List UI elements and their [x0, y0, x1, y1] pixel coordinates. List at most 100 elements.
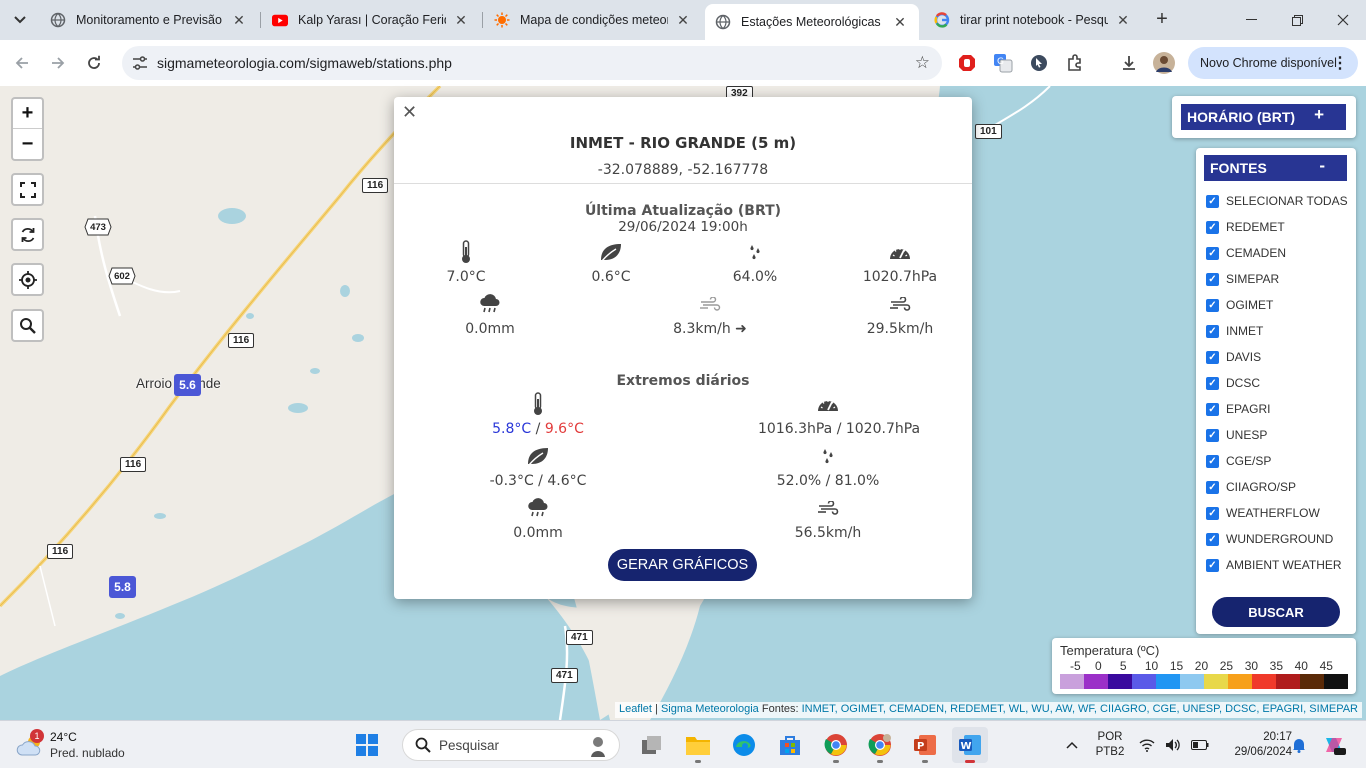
edge-button[interactable] — [726, 727, 762, 763]
fonte-checkbox-row[interactable]: ✓ CEMADEN — [1206, 243, 1286, 263]
refresh-map-button[interactable] — [11, 218, 44, 251]
station-marker[interactable]: 5.8 — [109, 576, 136, 598]
extensions-puzzle-icon[interactable] — [1064, 52, 1086, 74]
leaflet-link[interactable]: Leaflet — [619, 703, 652, 715]
generate-charts-button[interactable]: GERAR GRÁFICOS — [608, 549, 757, 581]
profile-avatar[interactable] — [1153, 52, 1175, 74]
running-indicator — [695, 760, 701, 763]
checkbox-checked-icon[interactable]: ✓ — [1206, 298, 1219, 312]
fullscreen-button[interactable] — [11, 173, 44, 206]
tray-overflow-button[interactable] — [1060, 721, 1084, 768]
fonte-checkbox-row[interactable]: ✓ CIIAGRO/SP — [1206, 477, 1296, 497]
horario-header[interactable]: HORÁRIO (BRT) + — [1181, 104, 1346, 130]
address-bar[interactable]: sigmameteorologia.com/sigmaweb/stations.… — [122, 46, 942, 80]
restore-button[interactable] — [1274, 0, 1320, 40]
fonte-checkbox-row[interactable]: ✓ SIMEPAR — [1206, 269, 1279, 289]
file-explorer-button[interactable] — [680, 727, 716, 763]
station-marker[interactable]: 5.6 — [174, 374, 201, 396]
fonte-checkbox-row[interactable]: ✓ WUNDERGROUND — [1206, 529, 1333, 549]
extension-translate-icon[interactable]: G — [992, 52, 1014, 74]
tab-youtube[interactable]: Kalp Yarası | Coração Ferido ✕ — [262, 4, 480, 36]
notifications-button[interactable] — [1288, 721, 1310, 768]
fonte-checkbox-row[interactable]: ✓ REDEMET — [1206, 217, 1285, 237]
fonte-checkbox-row[interactable]: ✓ INMET — [1206, 321, 1263, 341]
checkbox-checked-icon[interactable]: ✓ — [1206, 480, 1219, 494]
tab-close-icon[interactable]: ✕ — [1114, 12, 1132, 29]
menu-dots-icon[interactable]: ⋮ — [1332, 53, 1348, 73]
tab-close-icon[interactable]: ✕ — [452, 12, 470, 29]
forward-button[interactable] — [46, 51, 70, 75]
fonte-checkbox-row[interactable]: ✓ SELECIONAR TODAS — [1206, 191, 1348, 211]
copilot-button[interactable] — [1316, 721, 1352, 768]
reload-button[interactable] — [82, 51, 106, 75]
checkbox-checked-icon[interactable]: ✓ — [1206, 402, 1219, 416]
tab-mapa[interactable]: Mapa de condições meteoro ✕ — [484, 4, 702, 36]
search-button[interactable]: BUSCAR — [1212, 597, 1340, 627]
checkbox-checked-icon[interactable]: ✓ — [1206, 558, 1219, 572]
fontes-collapse-button[interactable]: - — [1319, 156, 1325, 176]
checkbox-checked-icon[interactable]: ✓ — [1206, 454, 1219, 468]
fonte-checkbox-row[interactable]: ✓ DAVIS — [1206, 347, 1261, 367]
checkbox-checked-icon[interactable]: ✓ — [1206, 506, 1219, 520]
current-humidity-value: 64.0% — [732, 269, 778, 285]
word-button[interactable]: W — [952, 727, 988, 763]
checkbox-checked-icon[interactable]: ✓ — [1206, 324, 1219, 338]
tab-monitoramento[interactable]: Monitoramento e Previsão - ✕ — [40, 4, 258, 36]
sigma-link[interactable]: Sigma Meteorologia — [661, 703, 759, 715]
tab-estacoes[interactable]: Estações Meteorológicas ✕ — [705, 4, 919, 40]
checkbox-checked-icon[interactable]: ✓ — [1206, 272, 1219, 286]
tab-close-icon[interactable]: ✕ — [230, 12, 248, 29]
search-map-button[interactable] — [11, 309, 44, 342]
store-button[interactable] — [772, 727, 808, 763]
chrome-button[interactable] — [818, 727, 854, 763]
tab-close-icon[interactable]: ✕ — [674, 12, 692, 29]
fonte-checkbox-row[interactable]: ✓ EPAGRI — [1206, 399, 1270, 419]
weather-widget[interactable]: 1 24°C Pred. nublado — [16, 727, 166, 763]
language-indicator[interactable]: POR PTB2 — [1092, 721, 1128, 768]
google-icon — [934, 12, 950, 28]
fonte-checkbox-row[interactable]: ✓ DCSC — [1206, 373, 1260, 393]
chrome-profile-button[interactable] — [862, 727, 898, 763]
fontes-header[interactable]: FONTES - — [1204, 155, 1347, 181]
zoom-in-button[interactable]: + — [13, 99, 42, 129]
quick-settings[interactable] — [1136, 721, 1212, 768]
site-info-icon[interactable] — [130, 53, 150, 73]
bookmark-star-icon[interactable]: ☆ — [915, 53, 930, 73]
fonte-checkbox-row[interactable]: ✓ OGIMET — [1206, 295, 1273, 315]
back-button[interactable] — [10, 51, 34, 75]
horario-expand-button[interactable]: + — [1314, 105, 1324, 125]
fonte-checkbox-row[interactable]: ✓ AMBIENT WEATHER — [1206, 555, 1342, 575]
new-tab-button[interactable]: + — [1150, 8, 1174, 32]
checkbox-checked-icon[interactable]: ✓ — [1206, 376, 1219, 390]
taskbar-search[interactable]: Pesquisar — [402, 729, 620, 761]
downloads-icon[interactable] — [1118, 52, 1140, 74]
tab-close-icon[interactable]: ✕ — [891, 14, 909, 31]
tab-google[interactable]: tirar print notebook - Pesqui ✕ — [924, 4, 1142, 36]
close-window-button[interactable] — [1320, 0, 1366, 40]
locate-button[interactable] — [11, 263, 44, 296]
tab-search-button[interactable] — [8, 8, 32, 32]
checkbox-checked-icon[interactable]: ✓ — [1206, 194, 1219, 208]
zoom-out-button[interactable]: − — [13, 129, 42, 159]
fonte-checkbox-row[interactable]: ✓ WEATHERFLOW — [1206, 503, 1320, 523]
checkbox-checked-icon[interactable]: ✓ — [1206, 350, 1219, 364]
task-view-button[interactable] — [634, 727, 670, 763]
popup-close-icon[interactable]: ✕ — [402, 102, 417, 123]
fonte-label: EPAGRI — [1226, 402, 1271, 416]
extension-adblock-icon[interactable] — [956, 52, 978, 74]
powerpoint-button[interactable]: P — [907, 727, 943, 763]
extension-cursor-icon[interactable] — [1028, 52, 1050, 74]
chrome-update-button[interactable]: Novo Chrome disponível ⋮ — [1188, 47, 1358, 79]
fonte-checkbox-row[interactable]: ✓ UNESP — [1206, 425, 1267, 445]
checkbox-checked-icon[interactable]: ✓ — [1206, 246, 1219, 260]
checkbox-checked-icon[interactable]: ✓ — [1206, 428, 1219, 442]
extreme-temp-value: 5.8°C / 9.6°C — [468, 421, 608, 437]
clock[interactable]: 20:17 29/06/2024 — [1218, 721, 1292, 768]
start-button[interactable] — [349, 727, 385, 763]
fonte-checkbox-row[interactable]: ✓ CGE/SP — [1206, 451, 1271, 471]
checkbox-checked-icon[interactable]: ✓ — [1206, 532, 1219, 546]
extreme-humidity: 52.0% / 81.0% — [758, 443, 898, 489]
checkbox-checked-icon[interactable]: ✓ — [1206, 220, 1219, 234]
tab-strip: Monitoramento e Previsão - ✕ Kalp Yarası… — [0, 0, 1366, 40]
minimize-button[interactable] — [1228, 0, 1274, 40]
